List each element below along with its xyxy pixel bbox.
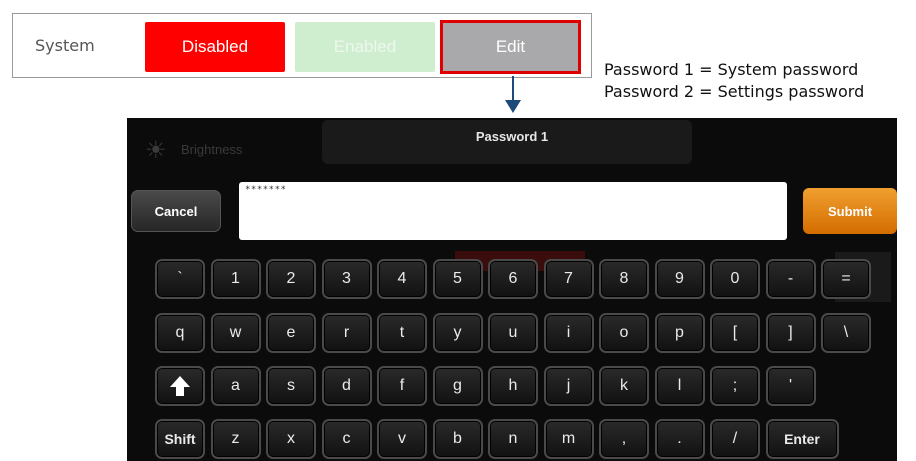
key[interactable]: t bbox=[377, 313, 427, 353]
password-input[interactable]: ******* bbox=[239, 182, 787, 240]
key[interactable]: v bbox=[377, 419, 427, 459]
key[interactable]: r bbox=[321, 313, 372, 353]
key[interactable]: ] bbox=[765, 313, 816, 353]
key[interactable]: , bbox=[599, 419, 649, 459]
key[interactable]: ; bbox=[710, 366, 760, 406]
cancel-button[interactable]: Cancel bbox=[131, 190, 221, 232]
key[interactable]: d bbox=[321, 366, 372, 406]
key[interactable]: s bbox=[266, 366, 316, 406]
key[interactable]: 5 bbox=[432, 259, 483, 299]
key[interactable]: x bbox=[266, 419, 316, 459]
key[interactable]: 0 bbox=[710, 259, 760, 299]
disabled-button[interactable]: Disabled bbox=[145, 22, 285, 72]
key[interactable]: 6 bbox=[488, 259, 538, 299]
password-keyboard-screen: ☀ Brightness Password 1 Cancel ******* S… bbox=[127, 118, 897, 461]
system-label: System bbox=[35, 36, 95, 55]
key[interactable]: 7 bbox=[543, 259, 594, 299]
background-brightness-label: Brightness bbox=[181, 142, 243, 157]
key[interactable]: h bbox=[488, 366, 538, 406]
key[interactable]: a bbox=[210, 366, 261, 406]
up-arrow-icon bbox=[168, 374, 192, 398]
password-note-line-2: Password 2 = Settings password bbox=[604, 82, 865, 101]
key[interactable]: p bbox=[654, 313, 705, 353]
submit-button[interactable]: Submit bbox=[803, 188, 897, 234]
key[interactable]: ` bbox=[155, 259, 205, 299]
callout-arrow-line bbox=[512, 76, 514, 102]
key[interactable]: y bbox=[432, 313, 483, 353]
key[interactable]: z bbox=[210, 419, 261, 459]
key[interactable]: 2 bbox=[266, 259, 316, 299]
key[interactable]: - bbox=[765, 259, 816, 299]
key[interactable]: / bbox=[710, 419, 760, 459]
key[interactable]: j bbox=[543, 366, 594, 406]
key[interactable]: 8 bbox=[599, 259, 649, 299]
dialog-title: Password 1 bbox=[475, 129, 549, 144]
key[interactable]: f bbox=[377, 366, 427, 406]
system-setting-row: System Disabled Enabled Edit bbox=[12, 13, 592, 78]
enabled-button[interactable]: Enabled bbox=[295, 22, 435, 72]
key[interactable]: n bbox=[488, 419, 538, 459]
enter-key[interactable]: Enter bbox=[765, 419, 839, 459]
key[interactable]: ' bbox=[765, 366, 816, 406]
key[interactable]: . bbox=[654, 419, 705, 459]
key[interactable]: 3 bbox=[321, 259, 372, 299]
caps-key[interactable] bbox=[155, 366, 205, 406]
key[interactable]: 1 bbox=[210, 259, 261, 299]
key[interactable]: [ bbox=[710, 313, 760, 353]
password-note: Password 1 = System password Password 2 … bbox=[604, 59, 864, 103]
edit-button[interactable]: Edit bbox=[440, 20, 581, 74]
password-note-line-1: Password 1 = System password bbox=[604, 60, 859, 79]
key[interactable]: m bbox=[543, 419, 594, 459]
shift-key[interactable]: Shift bbox=[155, 419, 205, 459]
key[interactable]: i bbox=[543, 313, 594, 353]
key[interactable]: c bbox=[321, 419, 372, 459]
key[interactable]: u bbox=[488, 313, 538, 353]
key[interactable]: e bbox=[266, 313, 316, 353]
key[interactable]: o bbox=[599, 313, 649, 353]
key[interactable]: 9 bbox=[654, 259, 705, 299]
key[interactable]: 4 bbox=[377, 259, 427, 299]
key[interactable]: q bbox=[155, 313, 205, 353]
key[interactable]: \ bbox=[821, 313, 871, 353]
key[interactable]: g bbox=[432, 366, 483, 406]
key[interactable]: w bbox=[210, 313, 261, 353]
key[interactable]: l bbox=[654, 366, 705, 406]
key[interactable]: b bbox=[432, 419, 483, 459]
key[interactable]: k bbox=[599, 366, 649, 406]
key[interactable]: = bbox=[821, 259, 871, 299]
callout-arrow-head-icon bbox=[505, 100, 521, 113]
